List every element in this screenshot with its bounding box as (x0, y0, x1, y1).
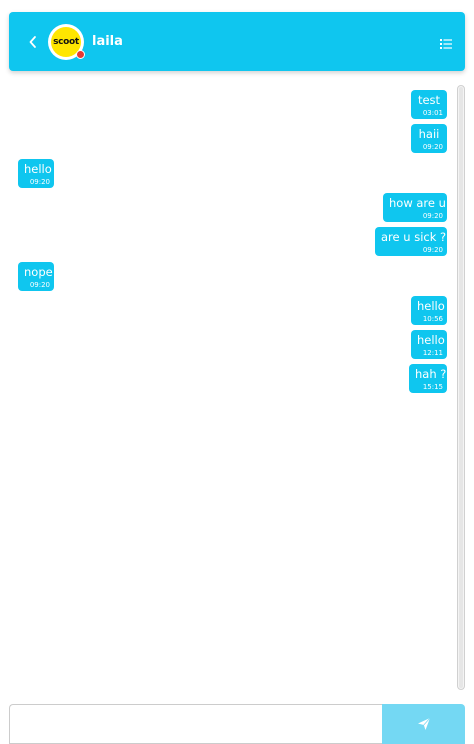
message-text: hello (417, 299, 445, 313)
message-time: 09:20 (29, 178, 50, 186)
menu-button[interactable] (440, 35, 452, 49)
message-bubble: hah ? 15:15 (409, 364, 447, 393)
chevron-left-icon (29, 35, 36, 48)
message-input[interactable] (9, 704, 383, 744)
message-time: 09:20 (422, 143, 443, 151)
message-time: 09:20 (422, 212, 443, 220)
message-text: test (417, 93, 441, 107)
chat-app: scoot laila test 03:01 haii 09:20 hello … (0, 0, 474, 744)
message-list: test 03:01 haii 09:20 hello 09:20 how ar… (9, 84, 456, 690)
avatar[interactable]: scoot (48, 23, 85, 60)
message-time: 03:01 (422, 109, 443, 117)
message-bubble: hello 10:56 (411, 296, 447, 325)
chat-header: scoot laila (9, 12, 465, 71)
message-bubble: hello 09:20 (18, 159, 54, 188)
message-bubble: haii 09:20 (411, 124, 447, 153)
message-time: 10:56 (422, 315, 443, 323)
message-bubble: nope 09:20 (18, 262, 54, 291)
message-bubble: how are u 09:20 (383, 193, 447, 222)
avatar-logo-text: scoot (53, 36, 79, 47)
message-time: 09:20 (29, 281, 50, 289)
status-indicator (76, 49, 85, 59)
message-text: how are u (389, 196, 446, 210)
message-text: are u sick ? (381, 230, 447, 244)
send-button[interactable] (382, 704, 465, 744)
message-bubble: are u sick ? 09:20 (375, 227, 447, 256)
message-text: hello (417, 333, 445, 347)
message-text: hah ? (415, 367, 447, 381)
message-text: nope (24, 265, 53, 279)
message-time: 15:15 (422, 383, 443, 391)
message-time: 09:20 (422, 246, 443, 254)
scrollbar-thumb[interactable] (459, 87, 463, 688)
paper-plane-icon (417, 717, 430, 730)
message-text: haii (418, 127, 440, 141)
list-icon (440, 39, 452, 49)
message-text: hello (24, 162, 52, 176)
message-scrollbar[interactable] (457, 85, 465, 690)
back-button[interactable] (26, 33, 40, 51)
contact-name: laila (92, 34, 123, 49)
message-time: 12:11 (422, 349, 443, 357)
message-bubble: hello 12:11 (411, 330, 447, 359)
message-bubble: test 03:01 (411, 90, 447, 119)
